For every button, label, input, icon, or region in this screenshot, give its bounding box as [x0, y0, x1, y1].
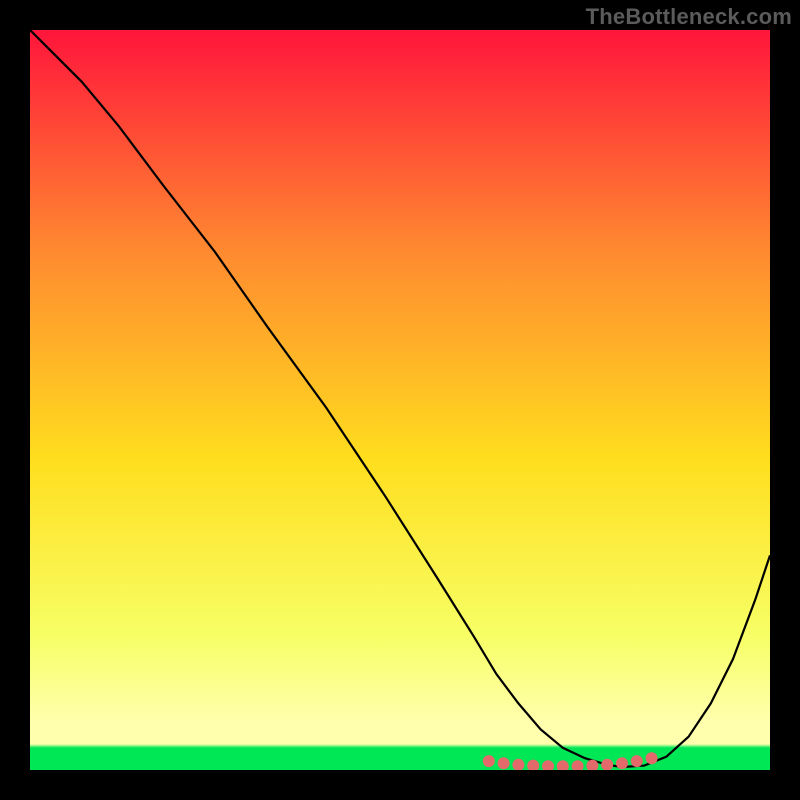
marker-dot — [483, 755, 495, 767]
marker-dot — [646, 752, 658, 764]
watermark: TheBottleneck.com — [586, 4, 792, 30]
marker-dot — [616, 757, 628, 769]
chart-frame — [30, 30, 770, 770]
marker-dot — [631, 755, 643, 767]
heat-background — [30, 30, 770, 770]
marker-dot — [498, 757, 510, 769]
chart-svg — [30, 30, 770, 770]
